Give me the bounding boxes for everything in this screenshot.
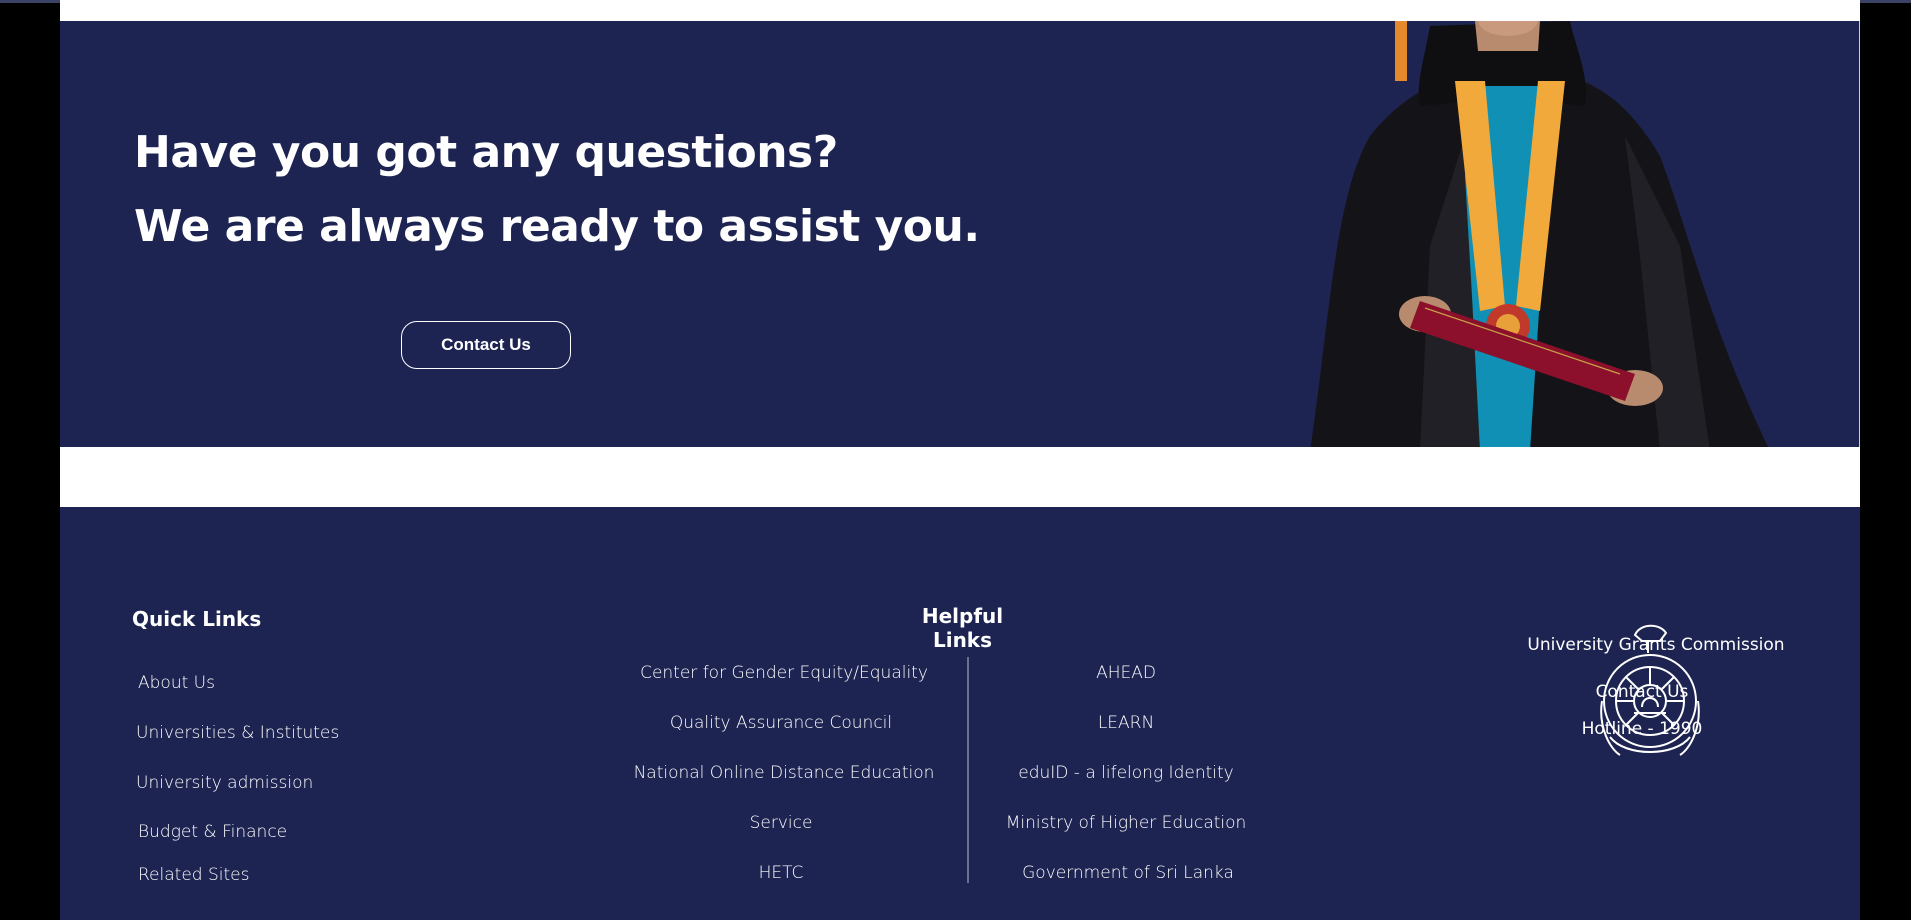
contact-banner: Have you got any questions? We are alway… <box>60 21 1860 447</box>
page: Have you got any questions? We are alway… <box>60 0 1860 920</box>
quick-links-title: Quick Links <box>132 607 262 631</box>
quick-link-budget-finance[interactable]: Budget & Finance <box>138 822 287 842</box>
helpful-link-learn[interactable]: LEARN <box>956 713 1296 733</box>
helpful-link-ministry-higher-education[interactable]: Ministry of Higher Education <box>956 813 1296 833</box>
footer-contact-us-link[interactable]: Contact Us <box>1492 682 1792 702</box>
banner-question-heading: Have you got any questions? <box>134 127 838 178</box>
helpful-link-hetc[interactable]: HETC <box>611 863 951 883</box>
helpful-link-quality-assurance[interactable]: Quality Assurance Council <box>611 713 951 733</box>
helpful-link-ahead[interactable]: AHEAD <box>956 663 1296 683</box>
contact-us-button[interactable]: Contact Us <box>401 321 571 369</box>
banner-assist-heading: We are always ready to assist you. <box>134 201 980 252</box>
ugc-name: University Grants Commission <box>1527 635 1785 655</box>
quick-link-university-admission[interactable]: University admission <box>136 773 313 793</box>
ugc-hotline: Hotline - 1990 <box>1581 719 1703 739</box>
helpful-links-title: Helpful Links <box>921 604 1004 652</box>
site-footer: Quick Links About Us Universities & Inst… <box>60 507 1860 920</box>
quick-link-universities-institutes[interactable]: Universities & Institutes <box>136 723 339 743</box>
helpful-link-service[interactable]: Service <box>611 813 951 833</box>
graduate-photo <box>1310 21 1769 447</box>
quick-link-related-sites[interactable]: Related Sites <box>138 865 249 885</box>
helpful-link-gender-equity[interactable]: Center for Gender Equity/Equality <box>614 663 954 683</box>
helpful-link-government-sri-lanka[interactable]: Government of Sri Lanka <box>958 863 1298 883</box>
quick-link-about-us[interactable]: About Us <box>138 673 215 693</box>
helpful-link-eduid[interactable]: eduID - a lifelong Identity <box>956 763 1296 783</box>
helpful-link-online-distance-education[interactable]: National Online Distance Education <box>614 763 954 783</box>
